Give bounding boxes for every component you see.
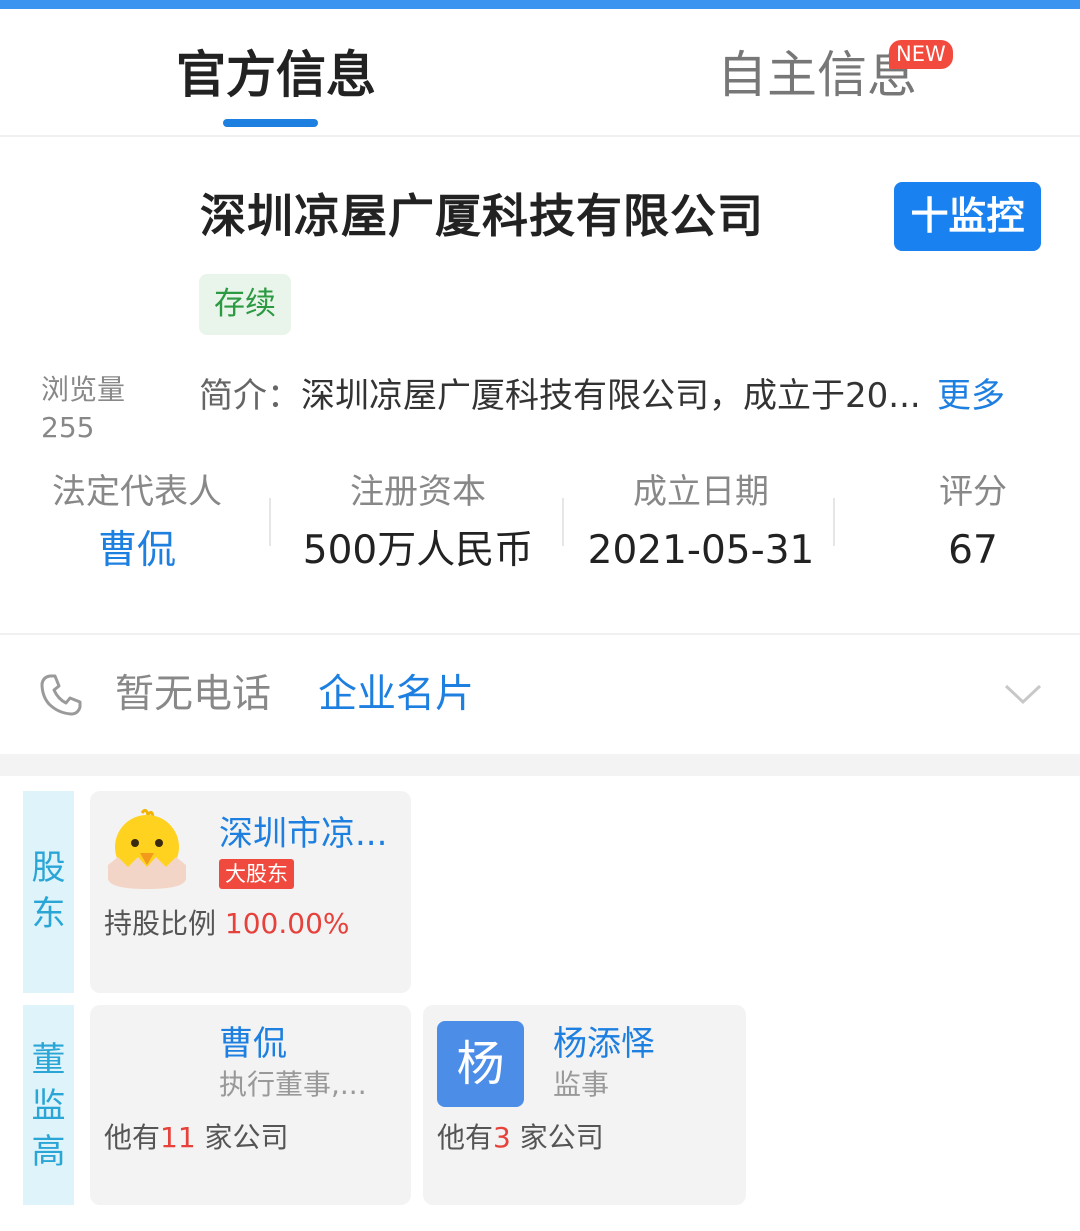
views-count: 255: [41, 411, 95, 444]
phone-status-text: 暂无电话: [115, 672, 272, 717]
stat-value: 500万人民币: [302, 528, 534, 573]
executive-role: 执行董事,...: [219, 1068, 367, 1101]
count-suffix: 家公司: [195, 1121, 289, 1154]
count-prefix: 他有: [104, 1121, 161, 1154]
stat-score[interactable]: 评分 67: [920, 471, 1026, 575]
stat-label: 注册资本: [350, 472, 486, 512]
stat-founded-date: 成立日期 2021-05-31: [586, 471, 816, 575]
top-accent-bar: [0, 0, 1080, 9]
stat-value: 67: [948, 528, 998, 573]
stat-registered-capital: 注册资本 500万人民币: [296, 471, 540, 575]
stat-divider: [269, 498, 271, 546]
count-value: 3: [493, 1121, 511, 1154]
active-tab-indicator: [223, 119, 318, 127]
stat-label: 成立日期: [633, 472, 769, 512]
business-card-link[interactable]: 企业名片: [318, 671, 474, 719]
stat-legal-rep: 法定代表人 曹侃: [40, 471, 234, 575]
company-count: 他有11 家公司: [104, 1120, 289, 1156]
avatar: 杨: [437, 1021, 524, 1107]
tab-self-info[interactable]: 自主信息: [717, 47, 917, 103]
share-ratio: 持股比例 100.00%: [104, 906, 349, 942]
shareholders-label: 股 东: [23, 791, 74, 993]
count-suffix: 家公司: [510, 1121, 604, 1154]
new-badge: NEW: [889, 40, 953, 69]
monitor-button[interactable]: 十监控: [894, 182, 1041, 251]
company-intro[interactable]: 简介：深圳凉屋广厦科技有限公司，成立于20...: [199, 374, 921, 418]
executive-card[interactable]: 曹侃 执行董事,... 他有11 家公司: [90, 1005, 411, 1205]
tab-official-info[interactable]: 官方信息: [176, 47, 376, 103]
executive-name[interactable]: 曹侃: [219, 1023, 287, 1065]
views-label: 浏览量: [41, 373, 126, 406]
side-label-char: 东: [31, 894, 66, 934]
phone-icon[interactable]: [38, 672, 84, 718]
shareholder-name[interactable]: 深圳市凉...: [219, 813, 387, 855]
chevron-down-icon[interactable]: [1003, 680, 1043, 708]
company-count: 他有3 家公司: [437, 1120, 604, 1156]
section-divider: [0, 633, 1080, 635]
legal-rep-link[interactable]: 曹侃: [40, 527, 234, 575]
executives-label: 董 监 高: [23, 1005, 74, 1205]
share-ratio-label: 持股比例: [104, 907, 225, 940]
share-ratio-value: 100.00%: [224, 907, 350, 940]
section-separator: [0, 754, 1080, 776]
executive-role: 监事: [553, 1068, 610, 1101]
count-prefix: 他有: [437, 1121, 494, 1154]
executive-name[interactable]: 杨添怿: [553, 1023, 655, 1065]
stat-value: 2021-05-31: [587, 528, 815, 573]
intro-text: 深圳凉屋广厦科技有限公司，成立于20...: [301, 376, 921, 416]
stat-label: 评分: [939, 472, 1007, 512]
chick-avatar-icon: [108, 808, 186, 889]
side-label-char: 股: [31, 848, 66, 888]
info-tabs: 官方信息 自主信息 NEW: [0, 9, 1080, 137]
status-badge: 存续: [199, 274, 291, 335]
executive-card[interactable]: 杨 杨添怿 监事 他有3 家公司: [423, 1005, 746, 1205]
shareholder-card[interactable]: 深圳市凉... 大股东 持股比例 100.00%: [90, 791, 411, 993]
intro-label: 简介：: [199, 376, 301, 416]
major-shareholder-badge: 大股东: [219, 859, 294, 889]
side-label-char: 监: [31, 1086, 66, 1126]
stat-divider: [833, 498, 835, 546]
stat-divider: [562, 498, 564, 546]
side-label-char: 董: [31, 1040, 66, 1080]
company-name: 深圳凉屋广厦科技有限公司: [200, 189, 764, 243]
side-label-char: 高: [31, 1132, 66, 1172]
stat-label: 法定代表人: [52, 472, 222, 512]
count-value: 11: [160, 1121, 196, 1154]
intro-more-link[interactable]: 更多: [937, 374, 1005, 418]
